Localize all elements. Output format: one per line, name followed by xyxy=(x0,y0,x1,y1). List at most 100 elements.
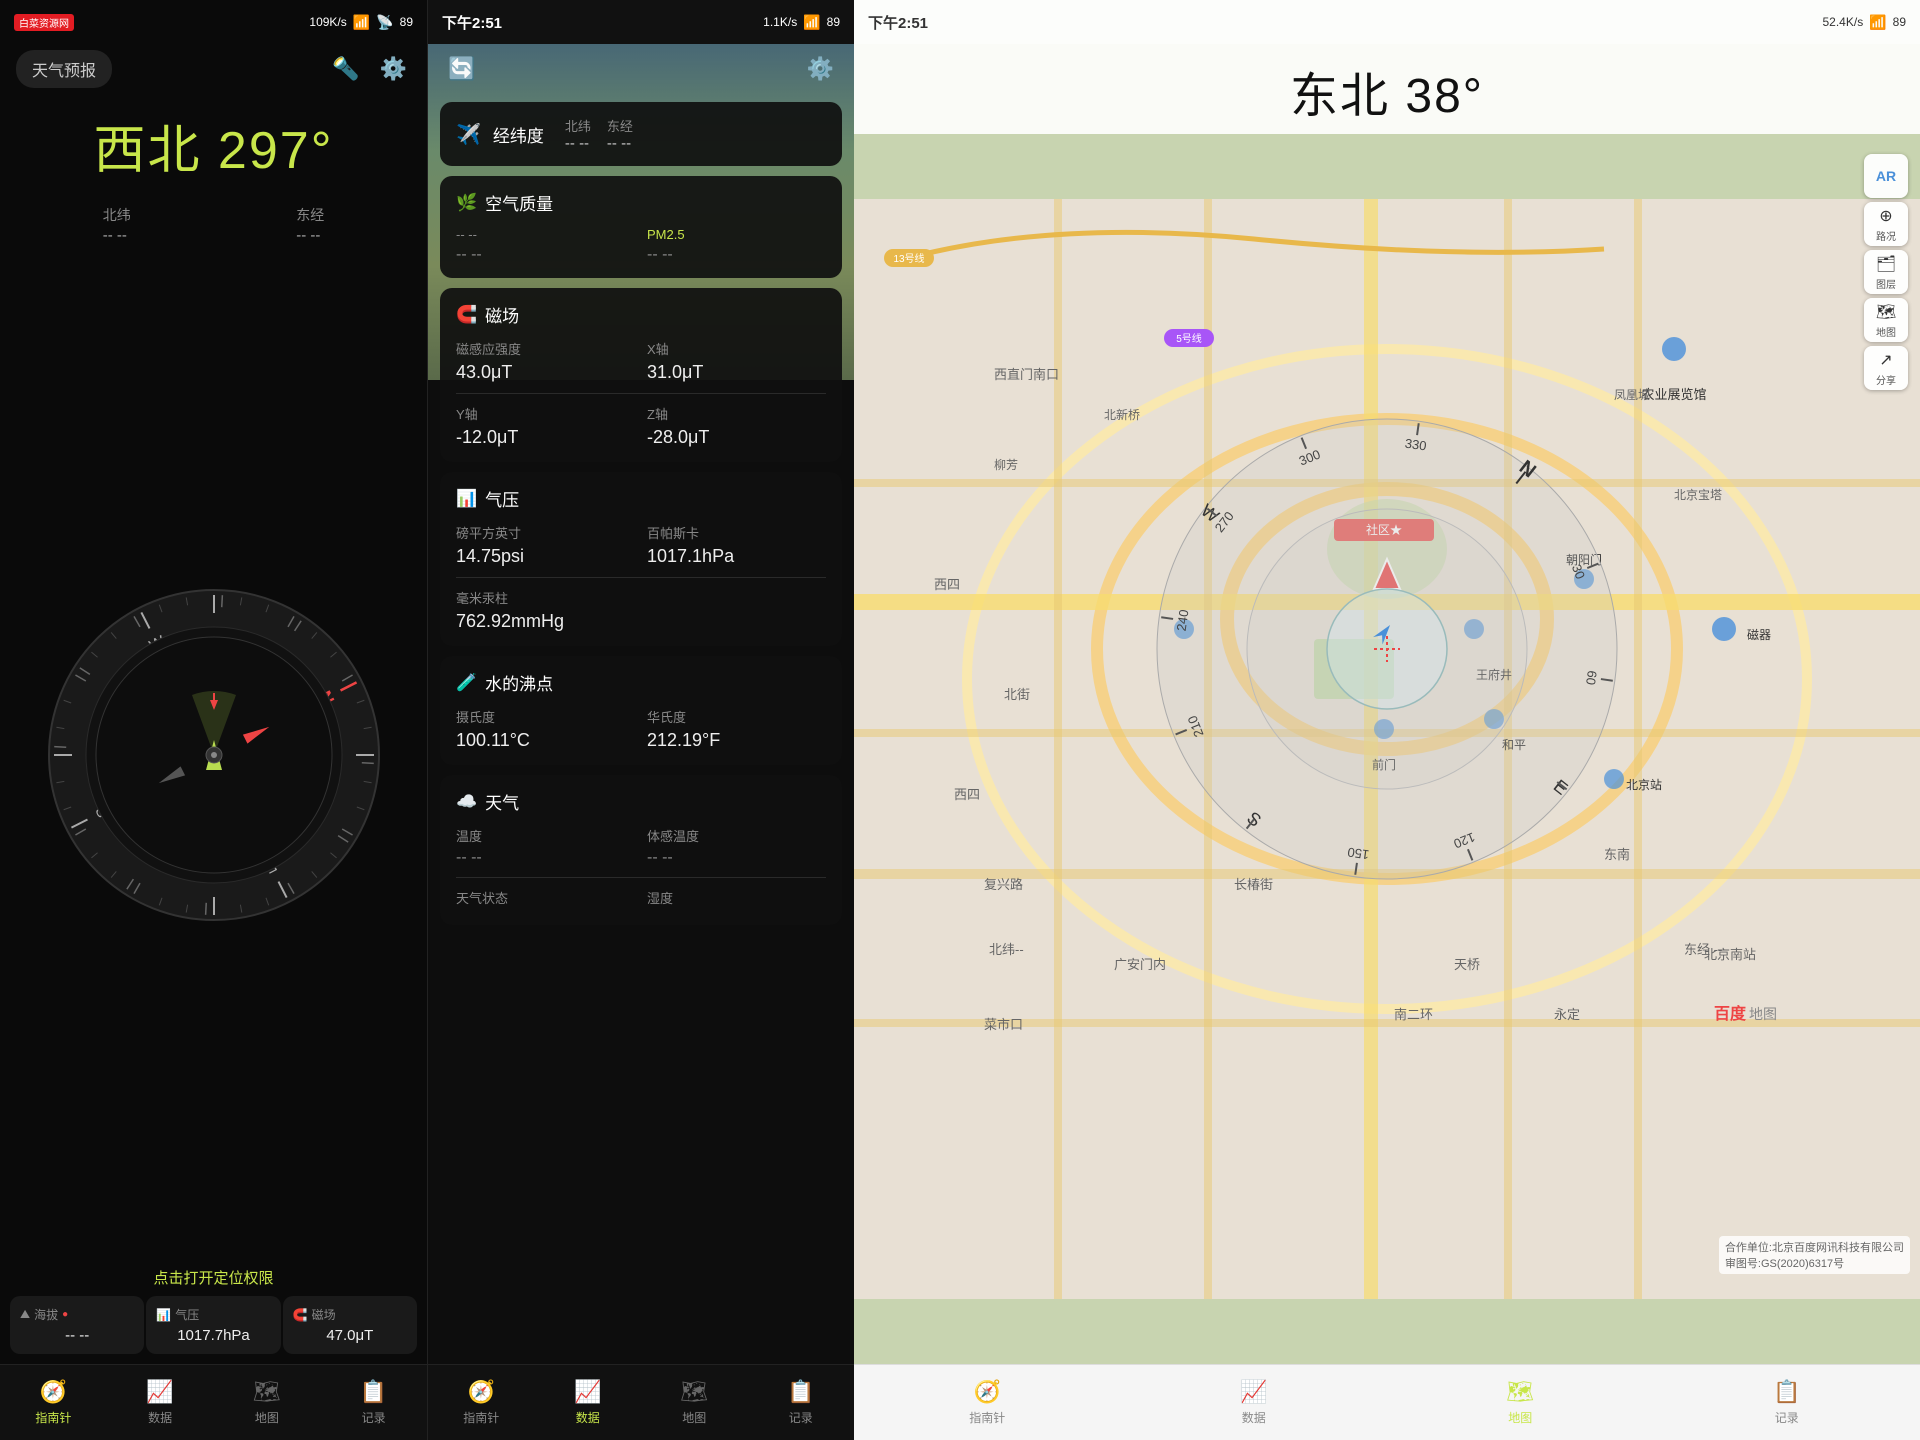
pressure-value: 1017.7hPa xyxy=(156,1327,270,1344)
direction-text: 西北 297° xyxy=(0,108,427,183)
tab-data-icon-2: 📈 xyxy=(574,1379,601,1405)
tab-data-2[interactable]: 📈 数据 xyxy=(535,1371,642,1434)
tab-bar-1: 🧭 指南针 📈 数据 🗺 地图 📋 记录 xyxy=(0,1364,427,1440)
svg-text:长椿街: 长椿街 xyxy=(1234,877,1273,892)
tab-record-icon-3: 📋 xyxy=(1773,1379,1800,1405)
tab-record-3[interactable]: 📋 记录 xyxy=(1654,1371,1920,1434)
svg-text:南二环: 南二环 xyxy=(1394,1007,1433,1022)
map-area[interactable]: 13号线 5号线 农业展览馆 朝阳门 王府井 北京站 磁器 xyxy=(854,134,1920,1364)
status-right-1: 109K/s 📶 📡 89 xyxy=(309,14,413,31)
weather-row1: 温度 -- -- 体感温度 -- -- xyxy=(456,826,826,867)
share-button[interactable]: ↗ 分享 xyxy=(1864,346,1908,390)
fahrenheit-field: 华氏度 212.19°F xyxy=(647,707,826,751)
map-attribution: 合作单位:北京百度网讯科技有限公司 审图号:GS(2020)6317号 xyxy=(1719,1236,1910,1274)
pressure-divider xyxy=(456,577,826,578)
tab-compass-icon-3: 🧭 xyxy=(974,1379,1001,1405)
tab-compass-3[interactable]: 🧭 指南针 xyxy=(854,1371,1121,1434)
east-label: 东经 xyxy=(607,116,633,135)
tab-bar-2: 🧭 指南针 📈 数据 🗺 地图 📋 记录 xyxy=(428,1364,854,1440)
weather-section: ☁️ 天气 温度 -- -- 体感温度 -- -- 天气状态 湿度 xyxy=(440,775,842,925)
magnetic-z-field: Z轴 -28.0μT xyxy=(647,404,826,448)
weather-button[interactable]: 天气预报 xyxy=(16,50,112,88)
coordinate-label: 经纬度 xyxy=(493,122,553,147)
status-right-3: 52.4K/s 📶 89 xyxy=(1823,14,1907,31)
magnetic-row2: Y轴 -12.0μT Z轴 -28.0μT xyxy=(456,404,826,448)
signal-icons-1: 📶 xyxy=(353,14,370,31)
weather-status-field: 天气状态 xyxy=(456,888,635,911)
settings-button[interactable]: ⚙️ xyxy=(376,52,411,86)
svg-text:农业展览馆: 农业展览馆 xyxy=(1641,387,1706,402)
tab-map-label-2: 地图 xyxy=(682,1409,706,1426)
map-type-button[interactable]: 🗺 地图 xyxy=(1864,298,1908,342)
speed-1: 109K/s xyxy=(309,15,346,29)
altitude-card: ⛰ 海拔 ● -- -- xyxy=(10,1296,144,1354)
tab-bar-3: 🧭 指南针 📈 数据 🗺 地图 📋 记录 xyxy=(854,1364,1920,1440)
svg-text:60: 60 xyxy=(1583,670,1600,686)
tab-record-label-3: 记录 xyxy=(1775,1409,1799,1426)
magnetic-x-field: X轴 31.0μT xyxy=(647,339,826,383)
tab-compass-1[interactable]: 🧭 指南针 xyxy=(0,1371,107,1434)
direction-display: 西北 297° xyxy=(0,98,427,199)
tab-record-1[interactable]: 📋 记录 xyxy=(320,1371,427,1434)
layers-button[interactable]: 🗂 图层 xyxy=(1864,250,1908,294)
refresh-button[interactable]: 🔄 xyxy=(444,52,479,86)
tab-record-icon-1: 📋 xyxy=(360,1379,387,1405)
traffic-button[interactable]: ⊕ 路况 xyxy=(1864,202,1908,246)
tab-data-3[interactable]: 📈 数据 xyxy=(1121,1371,1388,1434)
tab-record-2[interactable]: 📋 记录 xyxy=(748,1371,855,1434)
ar-button[interactable]: AR xyxy=(1864,154,1908,198)
time-3: 下午2:51 xyxy=(868,12,928,33)
weather-row2: 天气状态 湿度 xyxy=(456,888,826,911)
battery-2: 89 xyxy=(827,15,840,29)
magnetic-section: 🧲 磁场 磁感应强度 43.0μT X轴 31.0μT Y轴 -12.0μT xyxy=(440,288,842,462)
watermark-logo: 白菜资源网 xyxy=(14,14,74,31)
mmhg-field: 毫米汞柱 762.92mmHg xyxy=(456,588,826,632)
tab-map-2[interactable]: 🗺 地图 xyxy=(641,1371,748,1434)
wifi-icon-1: 📡 xyxy=(376,14,393,31)
weather-icon: ☁️ xyxy=(456,792,477,812)
magnetic-strength-field: 磁感应强度 43.0μT xyxy=(456,339,635,383)
compass-svg: N E S W 30 60 120 150 210 240 270 300 33… xyxy=(44,585,384,925)
pressure-label: 📊 气压 xyxy=(156,1306,270,1323)
signal-2: 📶 xyxy=(803,14,820,31)
layers-icon: 🗂 xyxy=(1876,254,1896,274)
bottom-info: ⛰ 海拔 ● -- -- 📊 气压 1017.7hPa 🧲 磁场 47.0μT xyxy=(0,1296,427,1364)
hpa-field: 百帕斯卡 1017.1hPa xyxy=(647,523,826,567)
tab-map-3[interactable]: 🗺 地图 xyxy=(1387,1371,1654,1434)
mountain-icon: ⛰ xyxy=(20,1307,30,1322)
east-value: -- -- xyxy=(607,135,633,152)
flash-button[interactable]: 🔦 xyxy=(328,52,363,86)
tab-map-1[interactable]: 🗺 地图 xyxy=(214,1371,321,1434)
boiling-row: 摄氏度 100.11°C 华氏度 212.19°F xyxy=(456,707,826,751)
tab-record-icon-2: 📋 xyxy=(787,1379,814,1405)
tab-compass-2[interactable]: 🧭 指南针 xyxy=(428,1371,535,1434)
tab-data-1[interactable]: 📈 数据 xyxy=(107,1371,214,1434)
air-icon: 🌿 xyxy=(456,193,477,213)
status-left-3: 下午2:51 xyxy=(868,12,928,33)
svg-text:330: 330 xyxy=(1404,436,1428,454)
map-side-buttons: AR ⊕ 路况 🗂 图层 🗺 地图 ↗ 分享 xyxy=(1864,154,1908,390)
data-content: ✈️ 经纬度 北纬 -- -- 东经 -- -- 🌿 空气质量 xyxy=(428,98,854,1364)
tab-map-label-3: 地图 xyxy=(1508,1409,1532,1426)
share-label: 分享 xyxy=(1876,372,1896,387)
location-prompt[interactable]: 点击打开定位权限 xyxy=(0,1259,427,1296)
magnetic-value: 47.0μT xyxy=(293,1327,407,1344)
tab-record-label-1: 记录 xyxy=(362,1409,386,1426)
air-quality-row: -- -- -- -- PM2.5 -- -- xyxy=(456,227,826,264)
compass-rose-container: N E S W 30 60 120 150 210 240 270 300 33… xyxy=(0,250,427,1259)
magnetic-row1: 磁感应强度 43.0μT X轴 31.0μT xyxy=(456,339,826,383)
humidity-field: 湿度 xyxy=(647,888,826,911)
compass-header: 天气预报 🔦 ⚙️ xyxy=(0,44,427,98)
boiling-section: 🧪 水的沸点 摄氏度 100.11°C 华氏度 212.19°F xyxy=(440,656,842,765)
status-bar-3: 下午2:51 52.4K/s 📶 89 xyxy=(854,0,1920,44)
tab-data-icon-1: 📈 xyxy=(146,1379,173,1405)
pressure-row1: 磅平方英寸 14.75psi 百帕斯卡 1017.1hPa xyxy=(456,523,826,567)
svg-text:5号线: 5号线 xyxy=(1176,332,1202,345)
tab-record-label-2: 记录 xyxy=(789,1409,813,1426)
svg-text:百度: 百度 xyxy=(1714,1004,1747,1023)
weather-title: ☁️ 天气 xyxy=(456,789,826,814)
status-left-2: 下午2:51 xyxy=(442,12,502,33)
data-settings-button[interactable]: ⚙️ xyxy=(803,52,838,86)
svg-text:150: 150 xyxy=(1346,845,1370,863)
tab-map-label-1: 地图 xyxy=(255,1409,279,1426)
